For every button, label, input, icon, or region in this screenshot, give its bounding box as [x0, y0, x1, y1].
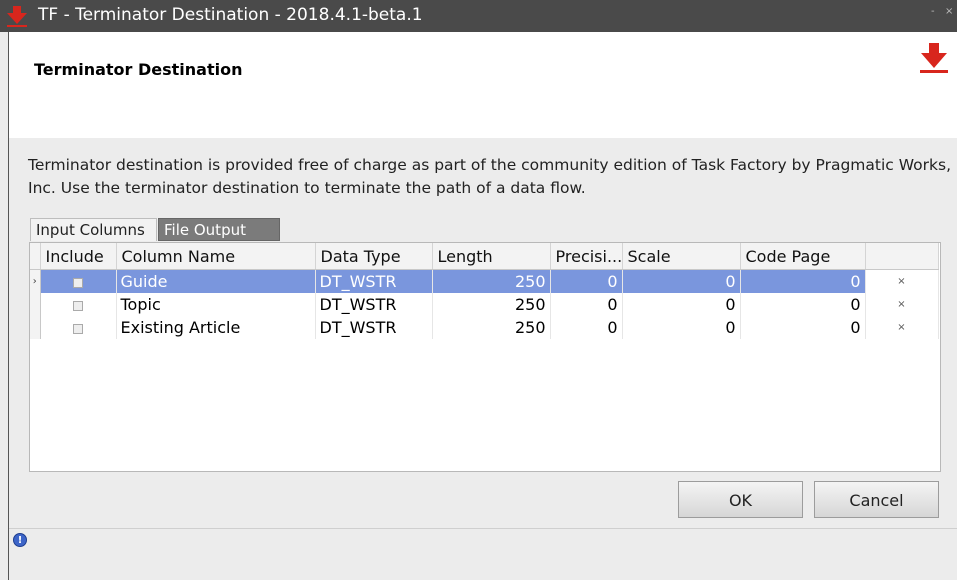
header-delete [865, 243, 939, 270]
description: Terminator destination is provided free … [28, 154, 951, 200]
table-row[interactable]: Existing Article DT_WSTR 250 0 0 0 × [30, 316, 939, 339]
header-include[interactable]: Include [40, 243, 117, 270]
table-row[interactable]: Topic DT_WSTR 250 0 0 0 × [30, 293, 939, 316]
status-divider [9, 528, 957, 529]
cell-scale[interactable]: 0 [622, 293, 741, 316]
dialog-header: Terminator Destination [8, 32, 957, 138]
cell-data-type[interactable]: DT_WSTR [315, 293, 433, 316]
cell-column-name[interactable]: Guide [116, 269, 316, 293]
cell-length[interactable]: 250 [432, 269, 551, 293]
header-column-name[interactable]: Column Name [116, 243, 316, 270]
delete-row-icon[interactable]: × [865, 316, 939, 339]
columns-table: Include Column Name Data Type Length Pre… [30, 243, 939, 339]
cell-data-type[interactable]: DT_WSTR [315, 269, 433, 293]
help-icon[interactable]: ! [13, 533, 27, 547]
checkbox-box[interactable] [73, 323, 83, 334]
table-row[interactable]: › Guide DT_WSTR 250 0 0 0 × [30, 269, 939, 293]
row-header-corner [30, 243, 41, 270]
cell-precision[interactable]: 0 [550, 269, 623, 293]
task-factory-logo-icon [920, 43, 948, 73]
cell-column-name[interactable]: Topic [116, 293, 316, 316]
dialog-content: Terminator destination is provided free … [8, 138, 957, 580]
cell-scale[interactable]: 0 [622, 269, 741, 293]
cell-data-type[interactable]: DT_WSTR [315, 316, 433, 339]
tab-input-columns[interactable]: Input Columns [30, 218, 157, 241]
cell-code-page[interactable]: 0 [740, 269, 866, 293]
header-precision[interactable]: Precisi... [550, 243, 623, 270]
header-scale[interactable]: Scale [622, 243, 741, 270]
ok-button[interactable]: OK [678, 481, 803, 518]
row-header[interactable] [30, 316, 41, 339]
checkbox-box[interactable] [73, 300, 83, 311]
cell-length[interactable]: 250 [432, 293, 551, 316]
title-bar: TF - Terminator Destination - 2018.4.1-b… [0, 0, 957, 32]
cell-scale[interactable]: 0 [622, 316, 741, 339]
cell-precision[interactable]: 0 [550, 293, 623, 316]
description-line-2: Inc. Use the terminator destination to t… [28, 179, 586, 197]
header-data-type[interactable]: Data Type [315, 243, 433, 270]
tab-file-output[interactable]: File Output [158, 218, 280, 241]
delete-row-icon[interactable]: × [865, 269, 939, 293]
cell-code-page[interactable]: 0 [740, 316, 866, 339]
cancel-button[interactable]: Cancel [814, 481, 939, 518]
cell-code-page[interactable]: 0 [740, 293, 866, 316]
checkbox-box[interactable] [73, 277, 83, 288]
cell-length[interactable]: 250 [432, 316, 551, 339]
cell-precision[interactable]: 0 [550, 316, 623, 339]
delete-row-icon[interactable]: × [865, 293, 939, 316]
current-row-indicator[interactable]: › [30, 269, 41, 293]
description-line-1: Terminator destination is provided free … [28, 156, 951, 174]
minimize-button[interactable]: - [931, 6, 935, 17]
include-checkbox[interactable] [40, 269, 117, 293]
page-title: Terminator Destination [34, 60, 243, 79]
include-checkbox[interactable] [40, 316, 117, 339]
grid-header-row: Include Column Name Data Type Length Pre… [30, 243, 939, 270]
header-code-page[interactable]: Code Page [740, 243, 866, 270]
columns-grid[interactable]: Include Column Name Data Type Length Pre… [29, 242, 941, 472]
row-header[interactable] [30, 293, 41, 316]
cell-column-name[interactable]: Existing Article [116, 316, 316, 339]
header-length[interactable]: Length [432, 243, 551, 270]
task-factory-app-icon [7, 6, 27, 27]
close-button[interactable]: × [945, 6, 953, 17]
include-checkbox[interactable] [40, 293, 117, 316]
window-title: TF - Terminator Destination - 2018.4.1-b… [38, 5, 423, 25]
